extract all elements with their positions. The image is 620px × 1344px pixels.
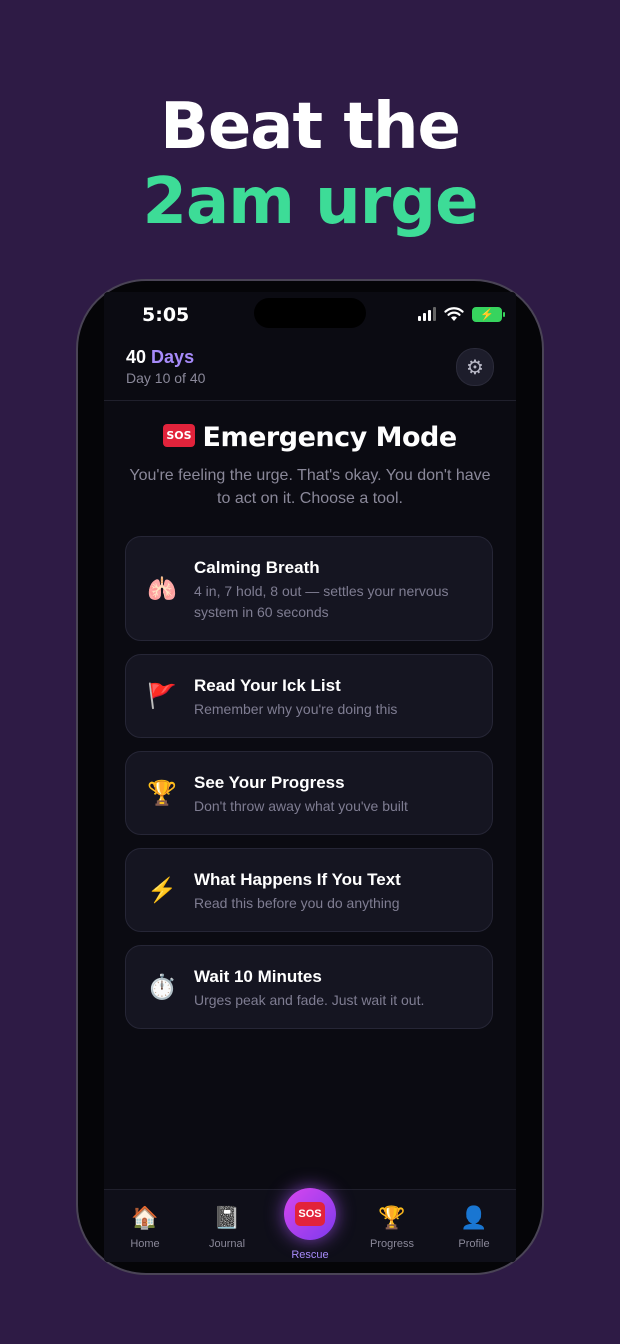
dynamic-island xyxy=(254,298,366,328)
tool-card-wait[interactable]: ⏱️ Wait 10 Minutes Urges peak and fade. … xyxy=(125,945,493,1029)
tool-card-what-happens[interactable]: ⚡ What Happens If You Text Read this bef… xyxy=(125,848,493,932)
tool-description: Don't throw away what you've built xyxy=(194,798,408,814)
emergency-subtitle: You're feeling the urge. That's okay. Yo… xyxy=(129,467,491,507)
sos-icon: SOS xyxy=(295,1202,325,1226)
tab-label: Home xyxy=(130,1238,160,1250)
wifi-icon xyxy=(444,307,464,321)
profile-icon: 👤 xyxy=(460,1205,488,1230)
lightning-icon: ⚡ xyxy=(147,877,177,904)
tool-description: 4 in, 7 hold, 8 out — settles your nervo… xyxy=(194,583,449,620)
gear-icon: ⚙ xyxy=(466,356,484,379)
header-divider xyxy=(104,400,516,401)
tab-label: Profile xyxy=(458,1238,490,1250)
days-number: 40 xyxy=(126,347,147,367)
tool-description: Urges peak and fade. Just wait it out. xyxy=(194,992,425,1008)
tab-bar: 🏠 Home 📓 Journal SOS Rescue 🏆 Progress 👤… xyxy=(104,1188,516,1262)
tool-card-calming-breath[interactable]: 🫁 Calming Breath 4 in, 7 hold, 8 out — s… xyxy=(125,536,493,641)
cellular-signal-icon xyxy=(418,307,436,321)
status-time: 5:05 xyxy=(142,304,190,326)
trophy-icon: 🏆 xyxy=(378,1205,406,1230)
tool-title: What Happens If You Text xyxy=(194,870,401,889)
app-screen: 5:05 ⚡ 40 Days Day 10 of 40 ⚙ SOS Emergen… xyxy=(104,292,516,1262)
tool-title: Read Your Ick List xyxy=(194,676,341,695)
tool-description: Read this before you do anything xyxy=(194,895,400,911)
tab-profile[interactable]: 👤 Profile xyxy=(439,1204,509,1250)
notebook-icon: 📓 xyxy=(213,1205,241,1230)
stopwatch-icon: ⏱️ xyxy=(147,974,177,1001)
status-icons: ⚡ xyxy=(418,306,505,322)
tab-journal[interactable]: 📓 Journal xyxy=(192,1204,262,1250)
day-progress-text: Day 10 of 40 xyxy=(126,370,206,386)
days-word: Days xyxy=(151,347,195,367)
house-icon: 🏠 xyxy=(131,1205,159,1230)
tool-title: See Your Progress xyxy=(194,773,345,792)
tool-title: Wait 10 Minutes xyxy=(194,967,322,986)
tool-title: Calming Breath xyxy=(194,558,320,577)
tool-description: Remember why you're doing this xyxy=(194,701,398,717)
settings-button[interactable]: ⚙ xyxy=(456,348,494,386)
sos-icon: SOS xyxy=(163,424,195,447)
tab-label: Progress xyxy=(369,1238,415,1250)
lungs-icon: 🫁 xyxy=(147,576,177,603)
days-heading: 40 Days xyxy=(126,347,194,368)
tab-home[interactable]: 🏠 Home xyxy=(110,1204,180,1250)
tab-rescue-label: Rescue xyxy=(291,1249,329,1261)
tab-rescue-button[interactable]: SOS xyxy=(284,1188,336,1240)
tool-card-progress[interactable]: 🏆 See Your Progress Don't throw away wha… xyxy=(125,751,493,835)
battery-charging-icon: ⚡ xyxy=(472,306,505,322)
tool-card-ick-list[interactable]: 🚩 Read Your Ick List Remember why you're… xyxy=(125,654,493,738)
headline-line-2: 2am urge xyxy=(142,165,478,239)
red-flag-icon: 🚩 xyxy=(147,683,177,710)
tab-label: Journal xyxy=(208,1238,246,1250)
emergency-title: SOS Emergency Mode xyxy=(104,422,516,453)
trophy-icon: 🏆 xyxy=(147,780,177,807)
emergency-title-text: Emergency Mode xyxy=(202,422,458,453)
headline-line-1: Beat the xyxy=(160,90,461,164)
tab-progress[interactable]: 🏆 Progress xyxy=(357,1204,427,1250)
